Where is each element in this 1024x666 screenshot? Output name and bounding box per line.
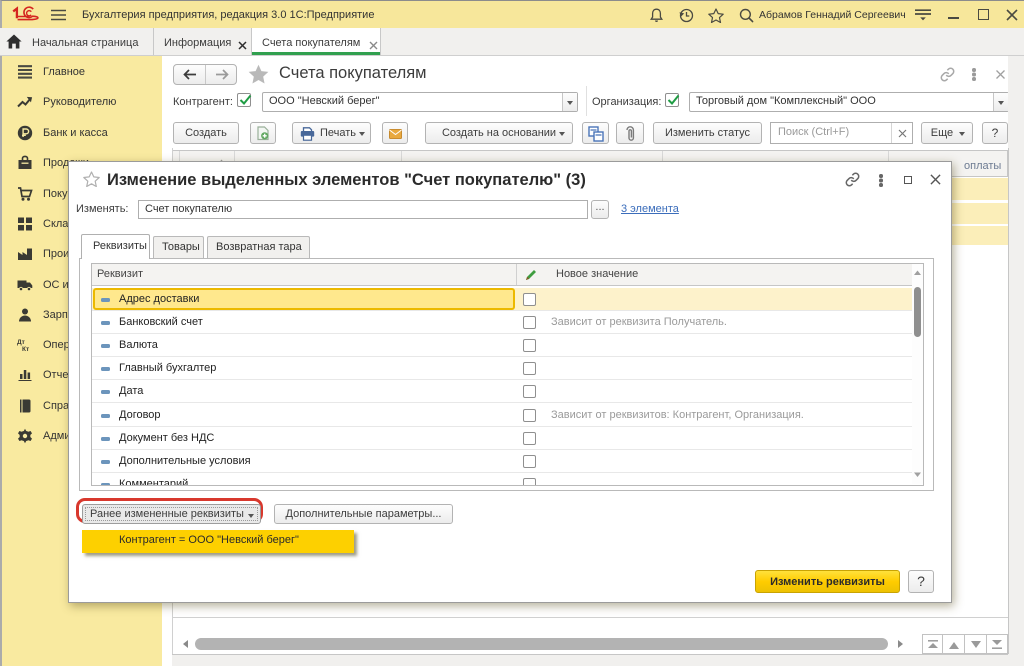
svg-text:Кт: Кт (22, 346, 29, 353)
svg-text:Дт: Дт (17, 339, 25, 346)
